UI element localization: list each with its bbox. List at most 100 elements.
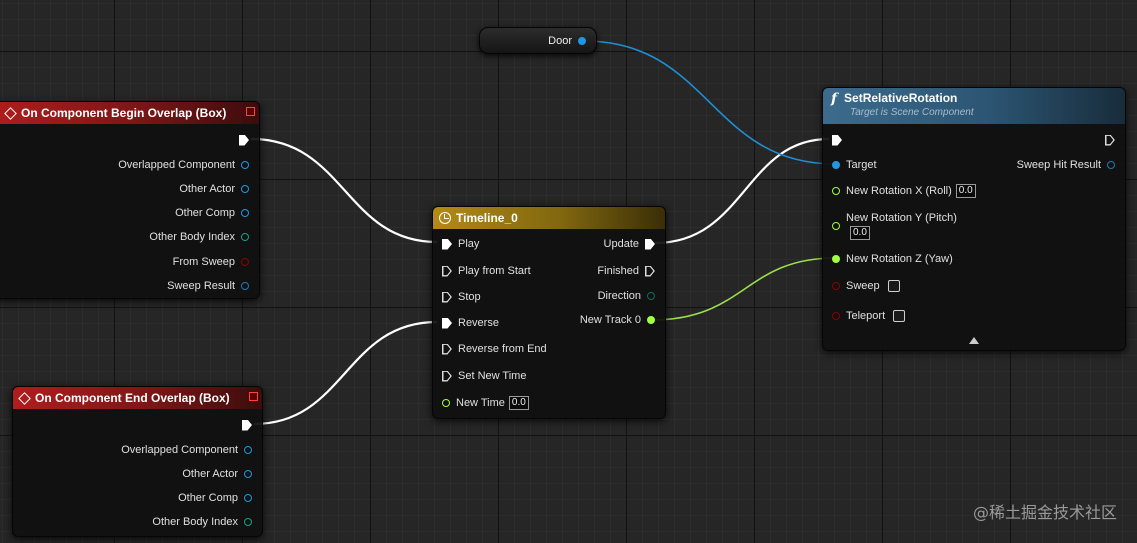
object-pin-icon[interactable]: [241, 161, 249, 169]
pin-label: Stop: [458, 291, 481, 303]
set-relative-rotation-node[interactable]: f SetRelativeRotation Target is Scene Co…: [822, 87, 1126, 351]
teleport-checkbox[interactable]: [893, 310, 906, 322]
rotation-pin-y[interactable]: New Rotation Y (Pitch) 0.0: [832, 209, 957, 243]
float-pin-icon[interactable]: [442, 399, 450, 407]
exec-pin-icon[interactable]: [442, 292, 452, 303]
begin-pin-body-index[interactable]: Other Body Index: [149, 229, 249, 245]
rotation-y-input[interactable]: 0.0: [850, 226, 870, 240]
set-rotation-title: SetRelativeRotation: [844, 91, 958, 105]
pin-label: New Time: [456, 397, 505, 409]
end-overlap-header: On Component End Overlap (Box): [13, 387, 262, 409]
exec-wire-begin-to-play[interactable]: [250, 137, 438, 244]
exec-pin-icon[interactable]: [242, 419, 252, 431]
timeline-in-reverse-from-end[interactable]: Reverse from End: [442, 341, 547, 357]
pin-label: Direction: [597, 290, 641, 302]
begin-pin-from-sweep[interactable]: From Sweep: [173, 254, 249, 270]
event-icon: [4, 106, 17, 120]
end-pin-body-index[interactable]: Other Body Index: [152, 514, 252, 530]
bool-pin-icon[interactable]: [241, 258, 249, 266]
timeline-out-finished[interactable]: Finished: [597, 263, 655, 279]
exec-pin-icon[interactable]: [442, 238, 452, 250]
end-pin-overlapped[interactable]: Overlapped Component: [121, 442, 252, 458]
timeline-out-direction[interactable]: Direction: [598, 288, 655, 304]
rotation-exec-in[interactable]: [832, 132, 842, 148]
pin-label: Teleport: [846, 310, 886, 322]
exec-pin-icon[interactable]: [832, 134, 842, 146]
event-icon: [18, 391, 31, 405]
float-pin-icon[interactable]: [832, 255, 840, 263]
delegate-pin-icon[interactable]: [246, 107, 255, 116]
integer-pin-icon[interactable]: [244, 518, 252, 526]
exec-pin-icon[interactable]: [442, 317, 452, 329]
begin-pin-other-comp[interactable]: Other Comp: [175, 205, 249, 221]
timeline-in-stop[interactable]: Stop: [442, 289, 481, 305]
rotation-exec-out[interactable]: [1105, 132, 1115, 148]
rotation-pin-teleport[interactable]: Teleport: [832, 308, 906, 324]
bool-pin-icon[interactable]: [832, 282, 840, 290]
timeline-in-set-new-time[interactable]: Set New Time: [442, 368, 526, 384]
begin-pin-sweep-result[interactable]: Sweep Result: [167, 278, 249, 294]
timeline-out-update[interactable]: Update: [604, 236, 655, 252]
timeline-in-new-time[interactable]: New Time 0.0: [442, 395, 529, 411]
float-pin-icon[interactable]: [832, 187, 840, 195]
exec-pin-icon[interactable]: [239, 134, 249, 146]
end-pin-other-comp[interactable]: Other Comp: [178, 490, 252, 506]
new-time-input[interactable]: 0.0: [508, 396, 529, 410]
pin-label: Other Body Index: [152, 516, 238, 528]
pin-label: Reverse: [458, 317, 499, 329]
float-wire-track-to-yaw[interactable]: [651, 257, 836, 321]
pin-label: Play from Start: [458, 265, 531, 277]
exec-pin-icon[interactable]: [645, 238, 655, 250]
timeline-in-reverse[interactable]: Reverse: [442, 315, 499, 331]
timeline-in-play[interactable]: Play: [442, 236, 479, 252]
timeline-node[interactable]: Timeline_0 Play Play from Start Stop Rev…: [432, 206, 666, 419]
object-pin-icon[interactable]: [832, 161, 840, 169]
end-pin-other-actor[interactable]: Other Actor: [182, 466, 252, 482]
object-pin-icon[interactable]: [578, 36, 586, 45]
pin-label: New Rotation Y (Pitch): [846, 212, 957, 224]
struct-pin-icon[interactable]: [1107, 161, 1115, 169]
begin-pin-overlapped[interactable]: Overlapped Component: [118, 157, 249, 173]
begin-exec-out[interactable]: [239, 132, 249, 148]
float-pin-icon[interactable]: [647, 316, 655, 324]
pin-label: Other Comp: [175, 207, 235, 219]
exec-pin-icon[interactable]: [645, 266, 655, 277]
object-pin-icon[interactable]: [244, 446, 252, 454]
exec-pin-icon[interactable]: [442, 344, 452, 355]
exec-pin-icon[interactable]: [1105, 135, 1115, 146]
exec-pin-icon[interactable]: [442, 266, 452, 277]
pin-label: Reverse from End: [458, 343, 547, 355]
rotation-pin-sweep[interactable]: Sweep: [832, 278, 900, 294]
timeline-in-play-from-start[interactable]: Play from Start: [442, 263, 531, 279]
rotation-pin-z[interactable]: New Rotation Z (Yaw): [832, 251, 953, 267]
rotation-x-input[interactable]: 0.0: [955, 184, 976, 198]
exec-pin-icon[interactable]: [442, 371, 452, 382]
integer-pin-icon[interactable]: [241, 233, 249, 241]
door-label: Door: [548, 34, 572, 47]
begin-overlap-node[interactable]: On Component Begin Overlap (Box) Overlap…: [0, 101, 260, 299]
object-pin-icon[interactable]: [244, 470, 252, 478]
object-pin-icon[interactable]: [241, 185, 249, 193]
rotation-pin-sweep-hit[interactable]: Sweep Hit Result: [1017, 157, 1115, 173]
exec-wire-update-to-rotation[interactable]: [654, 137, 830, 245]
function-icon: f: [831, 91, 838, 107]
exec-wire-end-to-reverse[interactable]: [253, 320, 438, 426]
begin-pin-other-actor[interactable]: Other Actor: [179, 181, 249, 197]
door-variable-node[interactable]: Door: [479, 27, 597, 54]
struct-pin-icon[interactable]: [241, 282, 249, 290]
object-pin-icon[interactable]: [244, 494, 252, 502]
pin-label: Sweep Result: [167, 280, 235, 292]
end-exec-out[interactable]: [242, 417, 252, 433]
advanced-display-toggle-icon[interactable]: [969, 337, 979, 344]
bool-pin-icon[interactable]: [832, 312, 840, 320]
rotation-pin-target[interactable]: Target: [832, 157, 877, 173]
enum-pin-icon[interactable]: [647, 292, 655, 300]
delegate-pin-icon[interactable]: [249, 392, 258, 401]
end-overlap-node[interactable]: On Component End Overlap (Box) Overlappe…: [12, 386, 263, 537]
object-pin-icon[interactable]: [241, 209, 249, 217]
sweep-checkbox[interactable]: [887, 280, 900, 292]
timeline-out-new-track[interactable]: New Track 0: [580, 312, 655, 328]
rotation-pin-x[interactable]: New Rotation X (Roll) 0.0: [832, 183, 976, 199]
float-pin-icon[interactable]: [832, 222, 840, 230]
pin-label: Update: [603, 238, 639, 250]
